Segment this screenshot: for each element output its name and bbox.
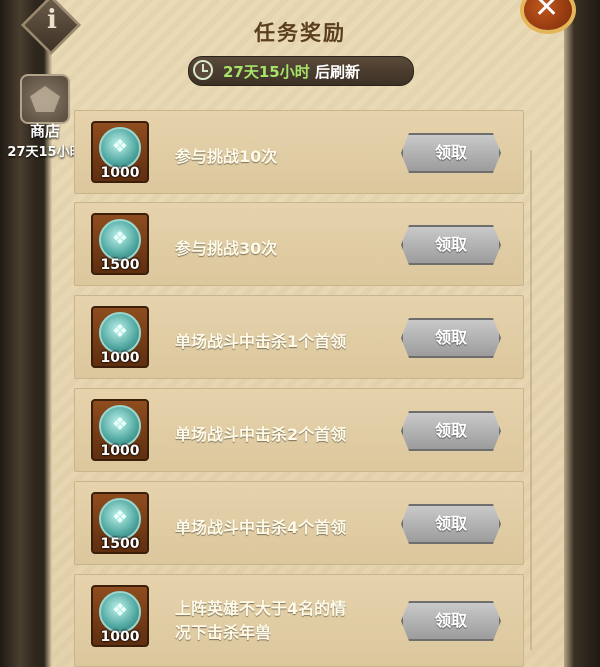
butterfly-token-icon: ❖ [99, 405, 141, 447]
shop-icon[interactable] [20, 74, 70, 124]
task-description: 参与挑战10次 [175, 147, 278, 166]
reward-item[interactable]: ❖ 1000 [91, 399, 149, 461]
task-row: ❖ 1000 参与挑战10次 领取 [74, 110, 524, 194]
reward-amount: 1500 [100, 536, 140, 552]
reward-item[interactable]: ❖ 1000 [91, 585, 149, 647]
claim-button[interactable]: 领取 [401, 225, 501, 265]
reward-amount: 1000 [100, 165, 140, 181]
reward-item[interactable]: ❖ 1000 [91, 306, 149, 368]
reward-item[interactable]: ❖ 1000 [91, 121, 149, 183]
reward-item[interactable]: ❖ 1500 [91, 213, 149, 275]
butterfly-token-icon: ❖ [99, 498, 141, 540]
reward-amount: 1000 [100, 629, 140, 645]
reward-amount: 1000 [100, 443, 140, 459]
page-title: 任务奖励 [254, 21, 346, 45]
task-row: ❖ 1500 单场战斗中击杀4个首领 领取 [74, 481, 524, 565]
panel-ornament [530, 150, 562, 650]
task-description: 单场战斗中击杀2个首领 [175, 425, 347, 444]
task-description: 单场战斗中击杀1个首领 [175, 332, 347, 351]
butterfly-token-icon: ❖ [99, 312, 141, 354]
refresh-suffix: 后刷新 [309, 63, 360, 81]
butterfly-token-icon: ❖ [99, 127, 141, 169]
task-description: 参与挑战30次 [175, 239, 278, 258]
task-description: 单场战斗中击杀4个首领 [175, 518, 347, 537]
claim-button[interactable]: 领取 [401, 133, 501, 173]
refresh-time: 27天15小时 [223, 63, 310, 81]
task-description: 上阵英雄不大于4名的情 [175, 599, 347, 618]
task-description-line2: 况下击杀年兽 [175, 623, 272, 642]
task-row: ❖ 1000 上阵英雄不大于4名的情 况下击杀年兽 领取 [74, 574, 524, 667]
task-row: ❖ 1500 参与挑战30次 领取 [74, 202, 524, 286]
butterfly-token-icon: ❖ [99, 219, 141, 261]
task-row: ❖ 1000 单场战斗中击杀1个首领 领取 [74, 295, 524, 379]
task-row: ❖ 1000 单场战斗中击杀2个首领 领取 [74, 388, 524, 472]
reward-amount: 1000 [100, 350, 140, 366]
claim-button[interactable]: 领取 [401, 601, 501, 641]
refresh-timer: 27天15小时 后刷新 [188, 56, 414, 86]
butterfly-token-icon: ❖ [99, 591, 141, 633]
reward-amount: 1500 [100, 257, 140, 273]
clock-icon [193, 60, 213, 80]
claim-button[interactable]: 领取 [401, 318, 501, 358]
claim-button[interactable]: 领取 [401, 411, 501, 451]
reward-item[interactable]: ❖ 1500 [91, 492, 149, 554]
claim-button[interactable]: 领取 [401, 504, 501, 544]
